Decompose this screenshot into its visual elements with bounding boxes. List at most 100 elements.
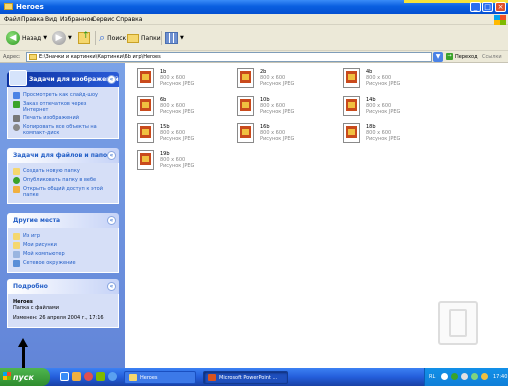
start-button[interactable]: пуск [0,368,50,386]
menu-tools[interactable]: Сервис [92,16,114,23]
task-slideshow[interactable]: Просмотреть как слайд-шоу [13,92,113,99]
back-arrow-icon: ◀ [6,31,20,45]
tray-volume-icon[interactable] [461,373,468,380]
globe-icon [13,177,20,184]
quicklaunch-desktop-icon[interactable] [96,372,105,381]
address-bar: Адрес: E:\Значки и картинки\Картинки\6b … [0,51,508,63]
jpeg-file-icon [137,96,154,116]
maximize-button[interactable]: □ [482,2,493,12]
network-icon [13,260,20,267]
forward-arrow-icon: ▶ [52,31,66,45]
place-network[interactable]: Сетевое окружение [13,260,113,267]
details-header[interactable]: Подробно « [7,279,119,294]
views-button[interactable]: ▼ [165,30,184,46]
taskbar-item-heroes[interactable]: Heroes [124,371,196,384]
picture-tasks-icon [9,70,27,86]
other-places-header[interactable]: Другие места « [7,213,119,228]
folders-button[interactable]: Папки [127,30,161,46]
quicklaunch-media-icon[interactable] [72,372,81,381]
file-type: Рисунок JPEG [366,136,401,142]
chevron-down-icon: ▼ [68,35,72,41]
file-tasks-header[interactable]: Задачи для файлов и папок « [7,148,119,163]
task-print[interactable]: Печать изображений [13,115,113,122]
address-input[interactable]: E:\Значки и картинки\Картинки\6b игр\Her… [26,52,432,62]
chevron-down-icon: ▼ [43,35,48,41]
task-share-folder[interactable]: Открыть общий доступ к этой папке [13,186,113,198]
tray-network-icon[interactable] [451,373,458,380]
details-type: Папка с файлами [13,305,59,311]
address-value: E:\Значки и картинки\Картинки\6b игр\Her… [39,54,161,60]
collapse-chevron-icon[interactable]: « [107,282,116,291]
tray-update-icon[interactable] [481,373,488,380]
task-new-folder[interactable]: Создать новую папку [13,168,113,175]
jpeg-file-icon [137,123,154,143]
place-my-pictures[interactable]: Мои рисунки [13,242,113,249]
taskbar-item-powerpoint[interactable]: Microsoft PowerPoint ... [203,371,288,384]
address-label: Адрес: [3,54,21,60]
picture-tasks-header[interactable]: Задачи для изображений « [7,70,119,87]
folder-icon [13,242,20,249]
file-type: Рисунок JPEG [160,163,195,169]
tray-security-icon[interactable] [471,373,478,380]
go-arrow-icon: → [446,53,453,60]
file-item[interactable]: 18b 800 x 600 Рисунок JPEG [343,123,438,155]
place-my-computer[interactable]: Мой компьютер [13,251,113,258]
clock[interactable]: 17:40 [493,374,507,380]
slideshow-icon [13,92,20,99]
other-places-body: Из игр Мои рисунки Мой компьютер Сетевое… [7,228,119,273]
views-icon [165,32,178,44]
printer-icon [13,115,20,122]
menu-view[interactable]: Вид [45,16,57,23]
menu-help[interactable]: Справка [116,16,142,23]
place-from-games[interactable]: Из игр [13,233,113,240]
details-panel: Подробно « Heroes Папка с файлами Измене… [7,279,119,328]
file-tasks-body: Создать новую папку Опубликовать папку в… [7,163,119,204]
address-dropdown-button[interactable]: ▼ [433,52,443,62]
search-button[interactable]: ⌕ Поиск [99,30,126,46]
details-body: Heroes Папка с файлами Изменен: 26 апрел… [7,294,119,328]
file-list: 1b 800 x 600 Рисунок JPEG 2b 800 x 600 Р… [125,63,508,368]
file-type: Рисунок JPEG [160,81,195,87]
picture-tasks-body: Просмотреть как слайд-шоу Заказ отпечатк… [7,87,119,139]
collapse-chevron-icon[interactable]: « [107,216,116,225]
collapse-chevron-icon[interactable]: « [107,151,116,160]
file-item[interactable]: 16b 800 x 600 Рисунок JPEG [237,123,332,155]
go-button[interactable]: → Переход [446,53,478,60]
language-indicator[interactable]: RL [429,374,435,380]
links-button[interactable]: Ссылки [482,54,502,60]
folder-icon [129,374,137,381]
search-icon: ⌕ [99,31,106,44]
quicklaunch-ie-icon[interactable] [60,372,69,381]
close-button[interactable]: × [495,2,506,12]
tray-app-icon[interactable] [441,373,448,380]
windows-logo-icon [494,15,506,25]
quicklaunch-browser-icon[interactable] [108,372,117,381]
quicklaunch-app-icon[interactable] [84,372,93,381]
collapse-chevron-icon[interactable]: « [107,75,116,84]
minimize-button[interactable]: _ [470,2,481,12]
taskbar: пуск Heroes Microsoft PowerPoint ... RL … [0,368,508,386]
jpeg-file-icon [237,68,254,88]
share-icon [13,186,20,193]
task-order-prints[interactable]: Заказ отпечатков через Интернет [13,101,113,113]
menu-file[interactable]: Файл [4,16,21,23]
forward-button[interactable]: ▶ ▼ [52,30,72,46]
jpeg-file-icon [237,123,254,143]
up-folder-icon: ↑ [78,32,90,44]
menu-edit[interactable]: Правка [21,16,44,23]
jpeg-file-icon [343,123,360,143]
file-tasks-panel: Задачи для файлов и папок « Создать нову… [7,148,119,204]
new-folder-icon [13,168,20,175]
back-button[interactable]: ◀ Назад ▼ [6,30,47,46]
menu-favorites[interactable]: Избранное [60,16,94,23]
jpeg-file-icon [343,68,360,88]
file-item[interactable]: 19b 800 x 600 Рисунок JPEG [137,150,232,182]
task-publish-web[interactable]: Опубликовать папку в вебе [13,177,113,184]
task-copy-to-cd[interactable]: Копировать все объекты на компакт-диск [13,124,113,136]
folder-icon [29,54,37,60]
up-folder-button[interactable]: ↑ [78,30,90,46]
computer-icon [13,251,20,258]
file-type: Рисунок JPEG [160,109,195,115]
file-type: Рисунок JPEG [260,136,295,142]
file-type: Рисунок JPEG [160,136,195,142]
